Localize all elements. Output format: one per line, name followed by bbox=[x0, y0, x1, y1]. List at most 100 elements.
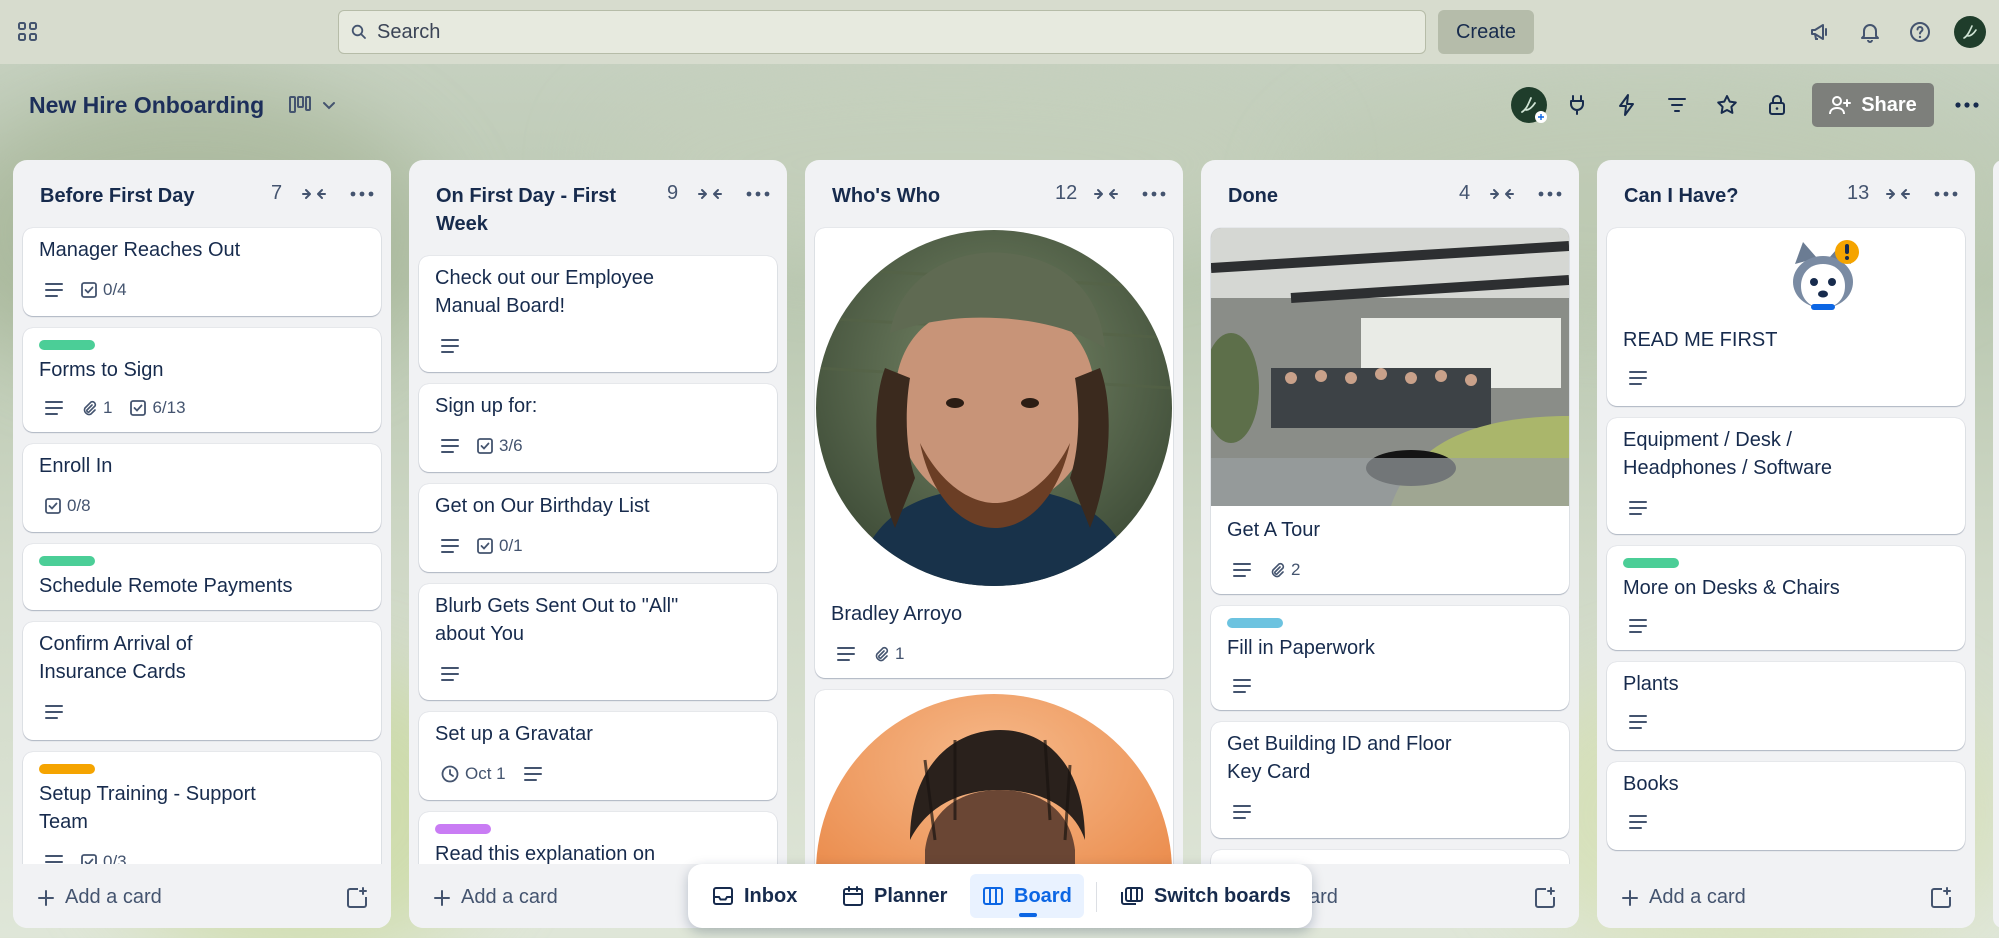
card-birthday-list[interactable]: Get on Our Birthday List 0/1 bbox=[419, 484, 777, 572]
card-bradley-arroyo[interactable]: Bradley Arroyo 1 bbox=[815, 228, 1173, 678]
card-building-id[interactable]: Get Building ID and Floor Key Card bbox=[1211, 722, 1569, 838]
list-next-partial bbox=[1993, 160, 1999, 928]
board-title[interactable]: New Hire Onboarding bbox=[29, 92, 264, 119]
share-button[interactable]: Share bbox=[1812, 83, 1934, 127]
card-label-purple[interactable] bbox=[435, 824, 491, 834]
card-read-me-first[interactable]: READ ME FIRST bbox=[1607, 228, 1965, 406]
card-gravatar[interactable]: Set up a Gravatar Oct 1 bbox=[419, 712, 777, 800]
switcher-planner[interactable]: Planner bbox=[830, 874, 959, 918]
checklist-badge: 3/6 bbox=[477, 436, 523, 456]
card-badges bbox=[1629, 714, 1647, 730]
megaphone-icon[interactable] bbox=[1806, 18, 1834, 46]
card-title-line2: Team bbox=[39, 811, 88, 833]
description-icon bbox=[1629, 618, 1647, 634]
add-card-footer: Add a card bbox=[1597, 864, 1975, 928]
board-view-dropdown[interactable] bbox=[288, 89, 344, 121]
description-icon bbox=[837, 646, 855, 662]
card-title: Bradley Arroyo bbox=[831, 603, 963, 625]
search-placeholder: Search bbox=[377, 20, 441, 43]
board-view-icon bbox=[288, 94, 312, 116]
list-title-line2[interactable]: Week bbox=[436, 210, 488, 238]
automation-icon[interactable] bbox=[1612, 90, 1642, 120]
card-badges bbox=[441, 338, 459, 354]
power-ups-icon[interactable] bbox=[1562, 90, 1592, 120]
card-sign-up-for[interactable]: Sign up for: 3/6 bbox=[419, 384, 777, 472]
card-title: Get A Tour bbox=[1227, 519, 1321, 541]
list-title[interactable]: Done bbox=[1228, 182, 1278, 210]
search-input[interactable]: Search bbox=[338, 10, 1426, 54]
card-get-a-tour[interactable]: Get A Tour 2 bbox=[1211, 228, 1569, 594]
card-desks-chairs[interactable]: More on Desks & Chairs bbox=[1607, 546, 1965, 650]
app-switcher-icon[interactable] bbox=[16, 20, 40, 44]
add-card-button[interactable]: Add a card bbox=[37, 886, 162, 909]
list-header: Done 4 bbox=[1201, 160, 1579, 224]
card-confirm-insurance-cards[interactable]: Confirm Arrival of Insurance Cards bbox=[23, 622, 381, 740]
lock-icon[interactable] bbox=[1762, 90, 1792, 120]
list-menu-icon[interactable] bbox=[1933, 182, 1961, 206]
add-card-button[interactable]: Add a card bbox=[433, 886, 558, 909]
checklist-badge: 0/8 bbox=[45, 496, 91, 516]
card-blurb[interactable]: Blurb Gets Sent Out to "All" about You bbox=[419, 584, 777, 700]
card-title: Get on Our Birthday List bbox=[435, 495, 650, 517]
list-card-count: 9 bbox=[667, 182, 679, 204]
list-menu-icon[interactable] bbox=[349, 182, 377, 206]
help-icon[interactable] bbox=[1906, 18, 1934, 46]
bell-icon[interactable] bbox=[1856, 18, 1884, 46]
list-menu-icon[interactable] bbox=[1537, 182, 1565, 206]
list-title[interactable]: Can I Have? bbox=[1624, 182, 1738, 210]
card-template-icon[interactable] bbox=[1929, 886, 1953, 910]
list-header: Can I Have? 13 bbox=[1597, 160, 1975, 224]
card-title-line2: Manual Board! bbox=[435, 295, 566, 317]
card-title-line1: Blurb Gets Sent Out to "All" bbox=[435, 595, 679, 617]
list-title[interactable]: Before First Day bbox=[40, 182, 195, 210]
card-manager-reaches-out[interactable]: Manager Reaches Out 0/4 bbox=[23, 228, 381, 316]
board-menu-icon[interactable] bbox=[1952, 90, 1982, 120]
collapse-list-icon[interactable] bbox=[1092, 182, 1120, 206]
collapse-list-icon[interactable] bbox=[696, 182, 724, 206]
plus-icon bbox=[38, 889, 54, 906]
card-equipment[interactable]: Equipment / Desk / Headphones / Software bbox=[1607, 418, 1965, 534]
card-template-icon[interactable] bbox=[1533, 886, 1557, 910]
inbox-label: Inbox bbox=[744, 884, 798, 907]
card-label-blue[interactable] bbox=[1227, 618, 1283, 628]
list-title[interactable]: Who's Who bbox=[832, 182, 940, 210]
user-avatar[interactable] bbox=[1954, 16, 1986, 48]
card-forms-to-sign[interactable]: Forms to Sign 1 6/13 bbox=[23, 328, 381, 432]
list-header: Who's Who 12 bbox=[805, 160, 1183, 224]
card-label-green[interactable] bbox=[39, 556, 95, 566]
create-button[interactable]: Create bbox=[1438, 10, 1534, 54]
switcher-board[interactable]: Board bbox=[970, 874, 1084, 918]
add-card-label: Add a card bbox=[1649, 886, 1746, 908]
card-employee-manual[interactable]: Check out our Employee Manual Board! bbox=[419, 256, 777, 372]
card-title-line2: Insurance Cards bbox=[39, 661, 186, 683]
card-plants[interactable]: Plants bbox=[1607, 662, 1965, 750]
filter-icon[interactable] bbox=[1662, 90, 1692, 120]
card-schedule-remote-payments[interactable]: Schedule Remote Payments bbox=[23, 544, 381, 610]
add-card-button[interactable]: Add a card bbox=[1621, 886, 1746, 909]
list-title-line1[interactable]: On First Day - First bbox=[436, 182, 616, 210]
card-label-orange[interactable] bbox=[39, 764, 95, 774]
switcher-inbox[interactable]: Inbox bbox=[700, 874, 809, 918]
list-card-count: 13 bbox=[1847, 182, 1870, 204]
card-label-green[interactable] bbox=[39, 340, 95, 350]
card-badges bbox=[45, 704, 63, 720]
list-menu-icon[interactable] bbox=[745, 182, 773, 206]
collapse-list-icon[interactable] bbox=[300, 182, 328, 206]
card-books[interactable]: Books bbox=[1607, 762, 1965, 850]
checklist-badge: 0/1 bbox=[477, 536, 523, 556]
board-member-avatar[interactable] bbox=[1510, 86, 1548, 124]
list-menu-icon[interactable] bbox=[1141, 182, 1169, 206]
card-fill-in-paperwork[interactable]: Fill in Paperwork bbox=[1211, 606, 1569, 710]
card-template-icon[interactable] bbox=[345, 886, 369, 910]
collapse-list-icon[interactable] bbox=[1884, 182, 1912, 206]
star-icon[interactable] bbox=[1712, 90, 1742, 120]
card-setup-training[interactable]: Setup Training - Support Team 0/3 bbox=[23, 752, 381, 882]
collapse-list-icon[interactable] bbox=[1488, 182, 1516, 206]
card-title: Books bbox=[1623, 773, 1679, 795]
card-label-green[interactable] bbox=[1623, 558, 1679, 568]
card-enroll-in[interactable]: Enroll In 0/8 bbox=[23, 444, 381, 532]
add-person-icon bbox=[1829, 94, 1852, 116]
due-date-badge: Oct 1 bbox=[441, 764, 506, 784]
switcher-switch-boards[interactable]: Switch boards bbox=[1108, 874, 1303, 918]
list-before-first-day: Before First Day 7 Manager Reaches Out 0… bbox=[13, 160, 391, 928]
